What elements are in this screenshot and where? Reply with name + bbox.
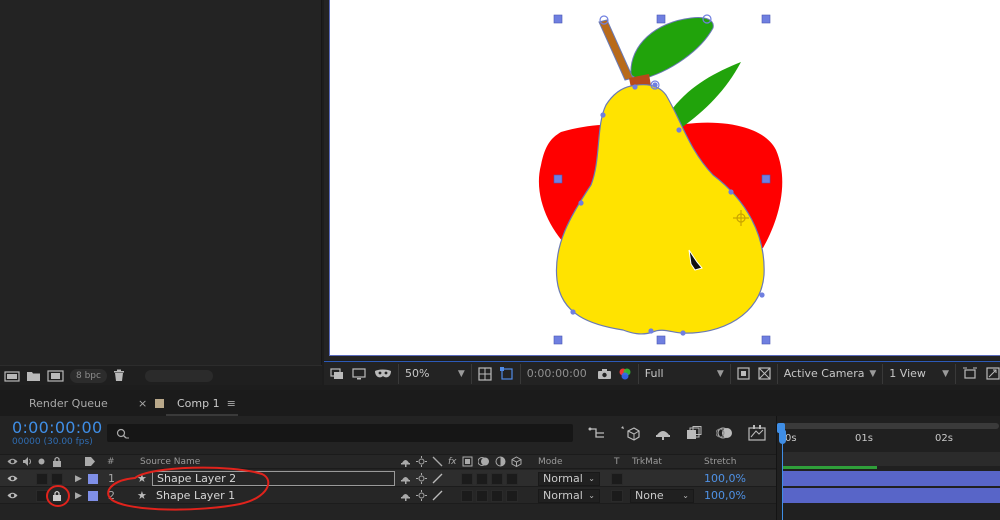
annotation-circle-lock <box>46 485 70 507</box>
red-annotation-overlay <box>46 466 270 511</box>
annotation-circle-layer-name <box>107 466 270 511</box>
